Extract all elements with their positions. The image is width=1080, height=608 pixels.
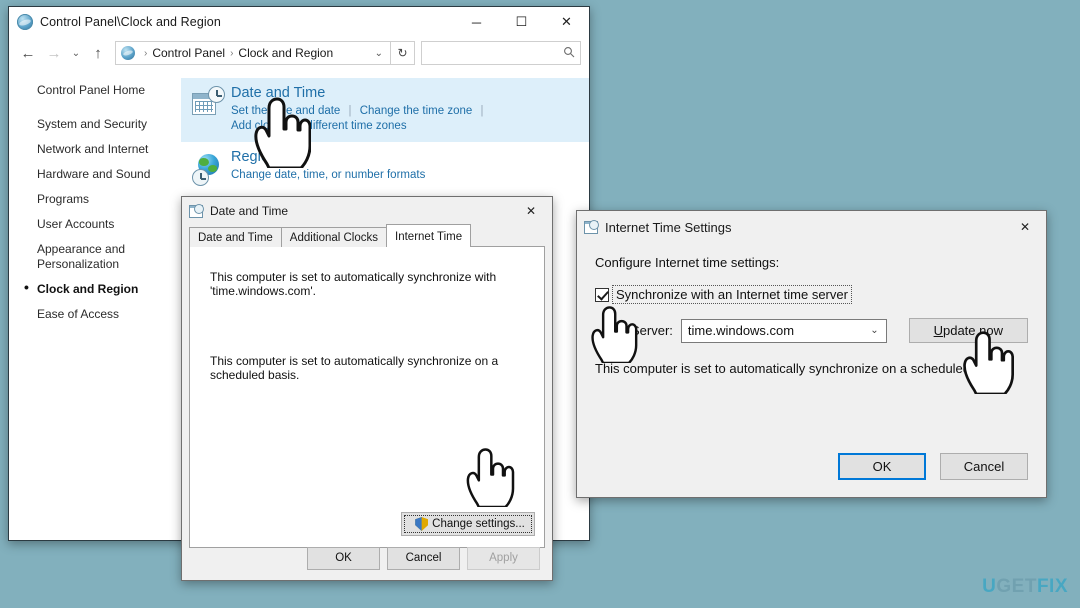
link-separator: | bbox=[480, 105, 484, 117]
breadcrumb-item-clock-and-region[interactable]: Clock and Region bbox=[238, 46, 333, 60]
date-and-time-dialog: Date and Time ✕ Date and Time Additional… bbox=[181, 196, 553, 581]
sidebar-item-programs[interactable]: Programs bbox=[37, 192, 181, 207]
tab-strip: Date and Time Additional Clocks Internet… bbox=[182, 224, 552, 247]
back-button[interactable]: ← bbox=[15, 40, 41, 66]
search-icon bbox=[563, 46, 575, 61]
internet-time-dialog-title: Internet Time Settings bbox=[605, 219, 732, 235]
sync-status-line-2: This computer is set to automatically sy… bbox=[210, 354, 499, 382]
search-input[interactable] bbox=[421, 41, 581, 65]
window-controls: ─ ☐ ✕ bbox=[454, 7, 589, 37]
close-button[interactable]: ✕ bbox=[544, 7, 589, 37]
ok-button[interactable]: OK bbox=[838, 452, 926, 480]
watermark-part3: FIX bbox=[1036, 576, 1068, 597]
uac-shield-icon bbox=[415, 517, 428, 531]
cancel-button[interactable]: Cancel bbox=[940, 452, 1028, 480]
tab-date-and-time[interactable]: Date and Time bbox=[189, 227, 282, 247]
server-dropdown-value: time.windows.com bbox=[687, 323, 795, 338]
breadcrumb-separator: › bbox=[144, 47, 148, 59]
category-links-row2: Add clocks for different time zones bbox=[231, 119, 488, 134]
change-settings-label: Change settings... bbox=[432, 518, 525, 530]
synchronize-checkbox-label[interactable]: Synchronize with an Internet time server bbox=[612, 285, 852, 304]
sidebar-item-network-and-internet[interactable]: Network and Internet bbox=[37, 142, 181, 157]
sidebar-item-appearance-and-personalization[interactable]: Appearance and Personalization bbox=[37, 242, 137, 272]
update-now-button[interactable]: Update now bbox=[908, 318, 1028, 343]
sync-status-line-1: This computer is set to automatically sy… bbox=[210, 270, 497, 298]
sidebar-item-ease-of-access[interactable]: Ease of Access bbox=[37, 307, 181, 322]
apply-button: Apply bbox=[467, 546, 540, 570]
synchronize-checkbox-row[interactable]: Synchronize with an Internet time server bbox=[595, 285, 1028, 304]
internet-time-dialog-titlebar: Internet Time Settings ✕ bbox=[577, 211, 1046, 243]
configure-heading: Configure Internet time settings: bbox=[595, 255, 780, 270]
sidebar-item-clock-and-region[interactable]: Clock and Region bbox=[24, 280, 181, 297]
globe-clock-icon bbox=[191, 148, 225, 188]
date-time-icon bbox=[189, 203, 204, 218]
link-set-the-time-and-date[interactable]: Set the time and date bbox=[231, 105, 340, 117]
server-dropdown[interactable]: time.windows.com ⌄ bbox=[680, 318, 887, 343]
update-now-accel: U bbox=[933, 323, 943, 338]
window-title: Control Panel\Clock and Region bbox=[40, 15, 221, 29]
forward-button[interactable]: → bbox=[41, 40, 67, 66]
breadcrumb-control-panel-icon bbox=[121, 46, 135, 60]
control-panel-titlebar: Control Panel\Clock and Region ─ ☐ ✕ bbox=[9, 7, 589, 37]
internet-time-dialog-footer: OK Cancel bbox=[577, 435, 1046, 497]
sidebar-item-hardware-and-sound[interactable]: Hardware and Sound bbox=[37, 167, 181, 182]
maximize-button[interactable]: ☐ bbox=[499, 7, 544, 37]
category-region[interactable]: Region Change date, time, or number form… bbox=[181, 142, 589, 196]
watermark-part1: U bbox=[982, 576, 997, 597]
change-settings-button[interactable]: Change settings... bbox=[401, 512, 535, 536]
date-and-time-dialog-footer: OK Cancel Apply bbox=[182, 536, 552, 580]
ugetfix-watermark: UGETFIX bbox=[982, 576, 1068, 598]
sidebar: Control Panel Home System and Security N… bbox=[9, 69, 181, 540]
breadcrumb[interactable]: › Control Panel › Clock and Region ⌄ bbox=[115, 41, 391, 65]
date-and-time-dialog-title: Date and Time bbox=[210, 203, 289, 218]
tab-additional-clocks[interactable]: Additional Clocks bbox=[280, 227, 388, 247]
close-icon[interactable]: ✕ bbox=[1004, 211, 1046, 243]
internet-time-settings-dialog: Internet Time Settings ✕ Configure Inter… bbox=[576, 210, 1047, 498]
ok-button[interactable]: OK bbox=[307, 546, 380, 570]
synchronize-checkbox[interactable] bbox=[595, 287, 609, 302]
server-row: Server: time.windows.com ⌄ Update now bbox=[595, 318, 1028, 343]
internet-time-tab-panel: This computer is set to automatically sy… bbox=[189, 246, 545, 548]
address-bar: ← → ⌄ ↑ › Control Panel › Clock and Regi… bbox=[9, 37, 589, 69]
sidebar-item-control-panel-home[interactable]: Control Panel Home bbox=[37, 83, 181, 98]
sidebar-item-user-accounts[interactable]: User Accounts bbox=[37, 217, 181, 232]
category-links-row1: Change date, time, or number formats bbox=[231, 168, 425, 183]
tab-internet-time[interactable]: Internet Time bbox=[386, 224, 472, 247]
up-button[interactable]: ↑ bbox=[85, 40, 111, 66]
date-and-time-dialog-titlebar: Date and Time ✕ bbox=[182, 197, 552, 224]
category-links-row1: Set the time and date | Change the time … bbox=[231, 104, 488, 119]
link-change-date-time-or-number-formats[interactable]: Change date, time, or number formats bbox=[231, 169, 425, 181]
chevron-down-icon[interactable]: ⌄ bbox=[368, 48, 390, 59]
chevron-down-icon[interactable]: ⌄ bbox=[863, 325, 885, 336]
recent-locations-button[interactable]: ⌄ bbox=[67, 40, 85, 66]
category-date-and-time[interactable]: Date and Time Set the time and date | Ch… bbox=[181, 78, 589, 142]
close-icon[interactable]: ✕ bbox=[510, 197, 552, 224]
control-panel-icon bbox=[17, 14, 33, 30]
link-separator: | bbox=[348, 105, 352, 117]
breadcrumb-item-control-panel[interactable]: Control Panel bbox=[152, 46, 225, 60]
date-time-icon bbox=[584, 220, 599, 234]
internet-time-dialog-body: Configure Internet time settings: Synchr… bbox=[577, 243, 1046, 497]
link-add-clocks-for-different-time-zones[interactable]: Add clocks for different time zones bbox=[231, 120, 407, 132]
calendar-clock-icon bbox=[191, 84, 225, 124]
server-label: Server: bbox=[631, 323, 673, 338]
sync-schedule-note: This computer is set to automatically sy… bbox=[595, 361, 1008, 376]
category-title-date-and-time[interactable]: Date and Time bbox=[231, 84, 488, 103]
category-title-region[interactable]: Region bbox=[231, 148, 425, 167]
sidebar-item-system-and-security[interactable]: System and Security bbox=[37, 117, 181, 132]
refresh-icon[interactable]: ↻ bbox=[391, 41, 415, 65]
breadcrumb-separator: › bbox=[230, 47, 234, 59]
watermark-part2: GET bbox=[996, 576, 1037, 597]
cancel-button[interactable]: Cancel bbox=[387, 546, 460, 570]
link-change-the-time-zone[interactable]: Change the time zone bbox=[360, 105, 473, 117]
minimize-button[interactable]: ─ bbox=[454, 7, 499, 37]
update-now-label: pdate now bbox=[942, 323, 1003, 338]
